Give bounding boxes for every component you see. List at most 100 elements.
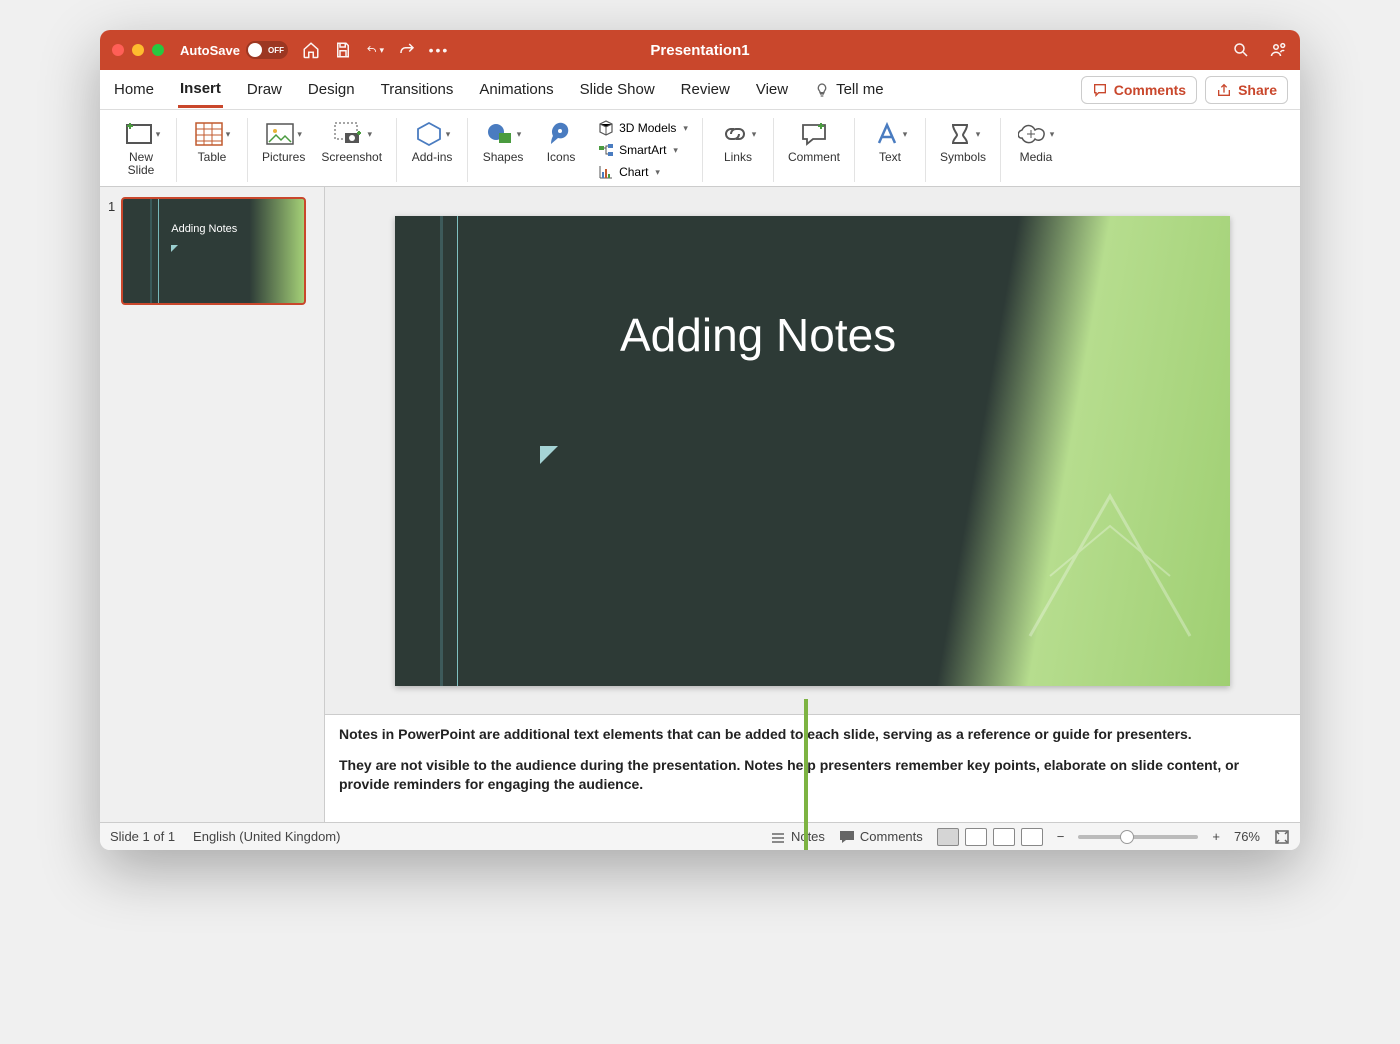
links-label: Links [724, 151, 752, 164]
addins-button[interactable]: ▾ Add-ins [407, 118, 457, 166]
tab-transitions[interactable]: Transitions [379, 73, 456, 106]
powerpoint-window: AutoSave OFF ▾ ••• Presentation1 Home In… [100, 30, 1300, 850]
table-button[interactable]: ▾ Table [187, 118, 237, 166]
zoom-out-button[interactable]: − [1057, 829, 1065, 844]
zoom-percent[interactable]: 76% [1234, 829, 1260, 844]
media-button[interactable]: ▾ Media [1011, 118, 1061, 166]
smartart-icon [598, 142, 614, 158]
status-comments-label: Comments [860, 829, 923, 844]
thumbnail-row[interactable]: 1 Adding Notes [108, 197, 316, 305]
tab-view[interactable]: View [754, 73, 790, 106]
share-people-icon[interactable] [1270, 41, 1288, 59]
notes-paragraph-2[interactable]: They are not visible to the audience dur… [339, 756, 1286, 794]
tell-me[interactable]: Tell me [812, 73, 886, 106]
chart-label: Chart [619, 165, 648, 179]
window-controls [112, 44, 164, 56]
close-traffic-light[interactable] [112, 44, 124, 56]
smartart-label: SmartArt [619, 143, 666, 157]
screenshot-label: Screenshot [321, 151, 382, 164]
slideshow-view-icon[interactable] [1021, 828, 1043, 846]
zoom-slider[interactable] [1078, 835, 1198, 839]
notes-icon [770, 830, 786, 844]
table-label: Table [198, 151, 227, 164]
status-language[interactable]: English (United Kingdom) [193, 829, 340, 844]
tab-insert[interactable]: Insert [178, 72, 223, 108]
text-label: Text [879, 151, 901, 164]
titlebar: AutoSave OFF ▾ ••• Presentation1 [100, 30, 1300, 70]
slide-title-text[interactable]: Adding Notes [620, 308, 896, 362]
chart-button[interactable]: Chart▾ [594, 162, 692, 182]
minimize-traffic-light[interactable] [132, 44, 144, 56]
save-icon[interactable] [334, 41, 352, 59]
workspace: 1 Adding Notes Adding Notes Not [100, 187, 1300, 822]
shapes-label: Shapes [483, 151, 524, 164]
tab-home[interactable]: Home [112, 73, 156, 106]
undo-icon[interactable]: ▾ [366, 41, 384, 59]
reading-view-icon[interactable] [993, 828, 1015, 846]
fit-to-window-icon[interactable] [1274, 829, 1290, 845]
redo-icon[interactable] [398, 41, 416, 59]
slide-thumbnail-1[interactable]: Adding Notes [121, 197, 306, 305]
status-notes-button[interactable]: Notes [770, 829, 825, 844]
cube-icon [598, 120, 614, 136]
new-slide-label: New Slide [128, 151, 155, 177]
home-icon[interactable] [302, 41, 320, 59]
search-icon[interactable] [1232, 41, 1250, 59]
comments-button-label: Comments [1114, 82, 1186, 98]
pictures-label: Pictures [262, 151, 305, 164]
slide-bullet-marker [540, 446, 558, 464]
autosave-toggle[interactable]: OFF [246, 41, 288, 59]
tab-draw[interactable]: Draw [245, 73, 284, 106]
comment-button[interactable]: Comment [784, 118, 844, 166]
new-slide-button[interactable]: ▾ New Slide [116, 118, 166, 179]
sorter-view-icon[interactable] [965, 828, 987, 846]
addins-label: Add-ins [412, 151, 453, 164]
statusbar: Slide 1 of 1 English (United Kingdom) No… [100, 822, 1300, 850]
quick-access-toolbar: ▾ ••• [302, 41, 448, 59]
bulb-icon [814, 82, 830, 98]
3d-models-label: 3D Models [619, 121, 676, 135]
slide-decoration [1000, 476, 1220, 656]
3d-models-button[interactable]: 3D Models▾ [594, 118, 692, 138]
symbols-button[interactable]: ▾ Symbols [936, 118, 990, 166]
autosave-state: OFF [268, 46, 284, 55]
thumbnail-number: 1 [108, 197, 115, 305]
tab-design[interactable]: Design [306, 73, 357, 106]
notes-paragraph-1[interactable]: Notes in PowerPoint are additional text … [339, 725, 1286, 744]
slide-thumbnails-panel: 1 Adding Notes [100, 187, 325, 822]
icons-button[interactable]: Icons [536, 118, 586, 166]
links-button[interactable]: ▾ Links [713, 118, 763, 166]
share-icon [1216, 82, 1232, 98]
share-button[interactable]: Share [1205, 76, 1288, 104]
slide-canvas[interactable]: Adding Notes [395, 216, 1230, 686]
media-label: Media [1020, 151, 1053, 164]
ribbon-insert: ▾ New Slide ▾ Table ▾ Pictures ▾ Screens… [100, 110, 1300, 187]
chart-icon [598, 164, 614, 180]
screenshot-button[interactable]: ▾ Screenshot [317, 118, 386, 166]
tell-me-label: Tell me [836, 81, 884, 98]
tab-slideshow[interactable]: Slide Show [578, 73, 657, 106]
autosave-control[interactable]: AutoSave OFF [180, 41, 288, 59]
tab-review[interactable]: Review [679, 73, 732, 106]
annotation-arrow [800, 699, 812, 850]
view-mode-icons [937, 828, 1043, 846]
comments-button[interactable]: Comments [1081, 76, 1197, 104]
pictures-button[interactable]: ▾ Pictures [258, 118, 309, 166]
comment-label: Comment [788, 151, 840, 164]
notes-pane[interactable]: Notes in PowerPoint are additional text … [325, 714, 1300, 822]
normal-view-icon[interactable] [937, 828, 959, 846]
status-comments-button[interactable]: Comments [839, 829, 923, 844]
shapes-button[interactable]: ▾ Shapes [478, 118, 528, 166]
comments-icon [1092, 82, 1108, 98]
comments-status-icon [839, 830, 855, 844]
autosave-label: AutoSave [180, 43, 240, 58]
zoom-in-button[interactable]: + [1212, 829, 1220, 844]
document-title: Presentation1 [650, 42, 749, 59]
slide-canvas-wrap: Adding Notes [325, 187, 1300, 714]
more-icon[interactable]: ••• [430, 41, 448, 59]
text-button[interactable]: ▾ Text [865, 118, 915, 166]
tab-animations[interactable]: Animations [477, 73, 555, 106]
maximize-traffic-light[interactable] [152, 44, 164, 56]
symbols-label: Symbols [940, 151, 986, 164]
smartart-button[interactable]: SmartArt▾ [594, 140, 692, 160]
